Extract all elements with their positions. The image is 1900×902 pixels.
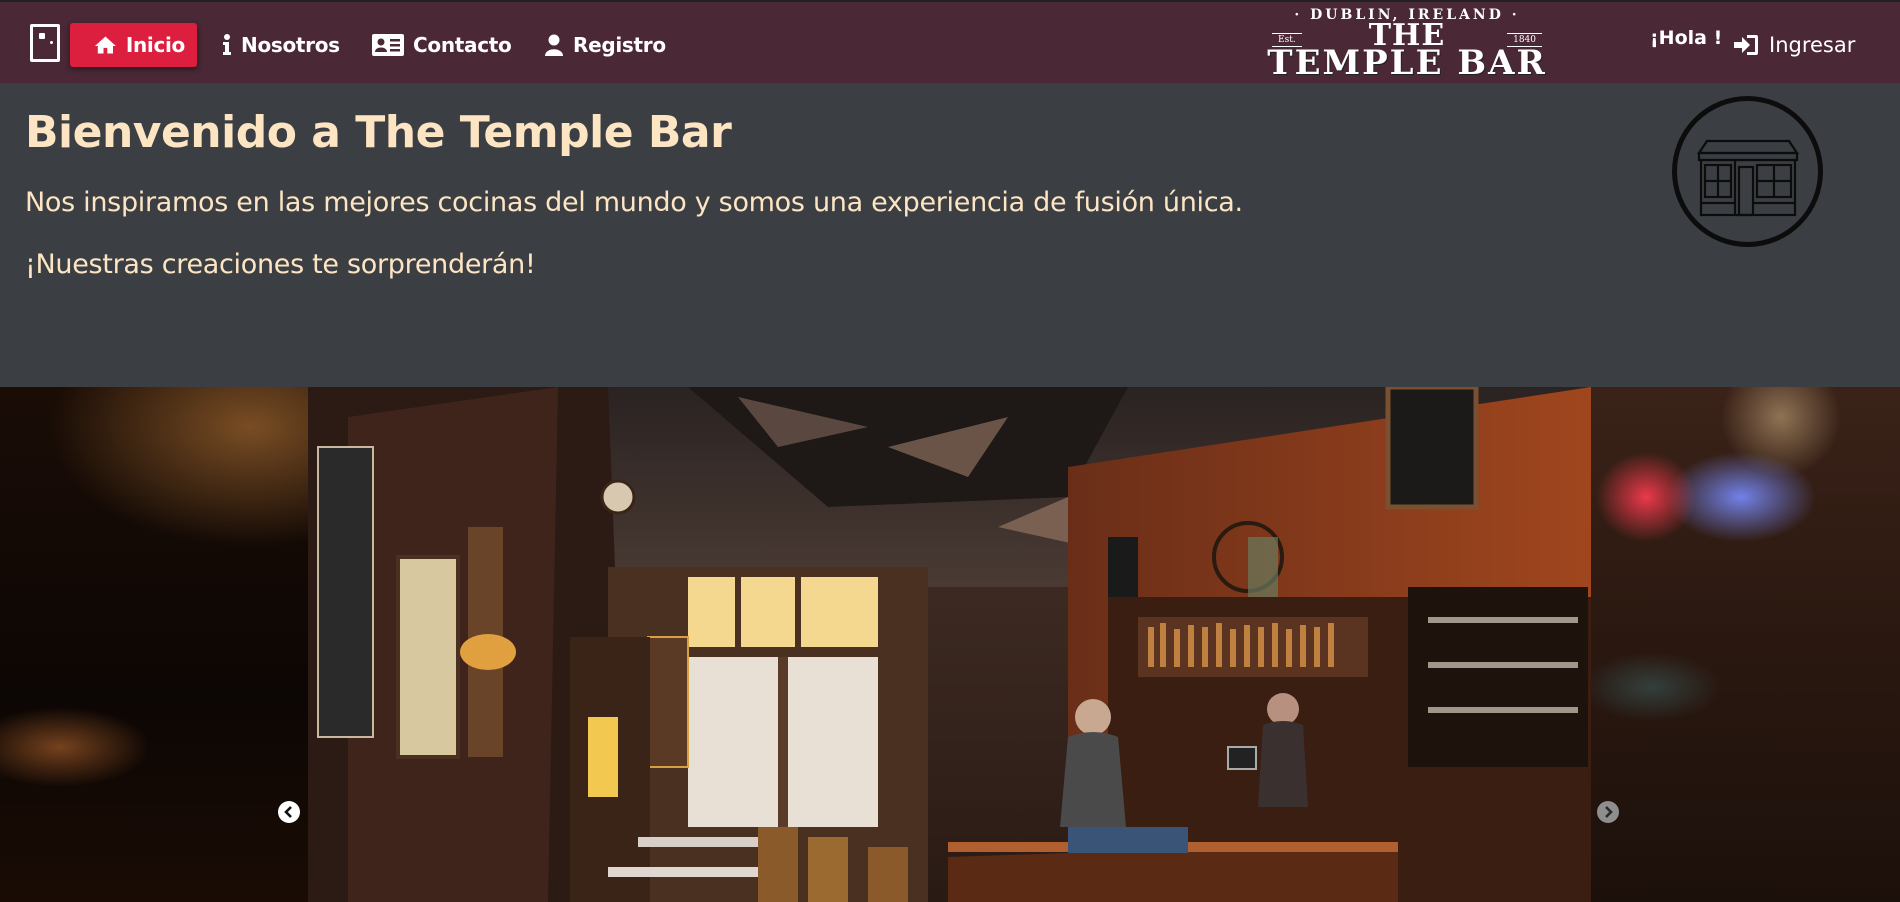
nav-item-inicio[interactable]: Inicio (70, 23, 197, 67)
nav-item-registro[interactable]: Registro (532, 23, 678, 67)
nav-item-contacto[interactable]: Contacto (360, 23, 523, 67)
brand-door-icon[interactable] (30, 24, 60, 62)
login-label: Ingresar (1769, 33, 1856, 57)
hero-tagline: ¡Nuestras creaciones te sorprenderán! (25, 249, 536, 280)
hero-subtitle: Nos inspiramos en las mejores cocinas de… (25, 187, 1243, 218)
home-icon (94, 36, 116, 54)
nav-label: Nosotros (241, 33, 340, 57)
carousel-prev-button[interactable] (278, 801, 300, 823)
carousel-prev-slide (0, 387, 308, 902)
hero-section: Bienvenido a The Temple Bar Nos inspiram… (0, 83, 1900, 387)
nav-label: Inicio (125, 33, 185, 57)
chevron-left-icon (284, 806, 292, 818)
user-icon (545, 34, 563, 56)
navbar: Inicio Nosotros Contacto Registro · DUBL… (0, 0, 1900, 83)
nav-item-nosotros[interactable]: Nosotros (210, 23, 352, 67)
carousel-next-button[interactable] (1597, 801, 1619, 823)
hero-title: Bienvenido a The Temple Bar (25, 107, 732, 158)
carousel-next-slide (1591, 387, 1900, 902)
address-card-icon (372, 34, 404, 56)
image-carousel (0, 387, 1900, 902)
login-link[interactable]: Ingresar (1733, 30, 1855, 60)
storefront-icon (1696, 139, 1800, 217)
nav-label: Registro (573, 33, 666, 57)
info-icon (223, 34, 231, 55)
storefront-badge (1672, 96, 1823, 247)
nav-label: Contacto (413, 33, 512, 57)
user-greeting: ¡Hola ! (1650, 27, 1723, 49)
brand-logo[interactable]: · DUBLIN, IRELAND · Est. THE 1840 TEMPLE… (1222, 5, 1592, 81)
sign-in-icon (1734, 35, 1758, 55)
chevron-right-icon (1605, 806, 1613, 818)
bar-interior-image (308, 387, 1591, 902)
carousel-slide-bar-interior (308, 387, 1591, 902)
logo-name: TEMPLE BAR (1267, 43, 1547, 83)
